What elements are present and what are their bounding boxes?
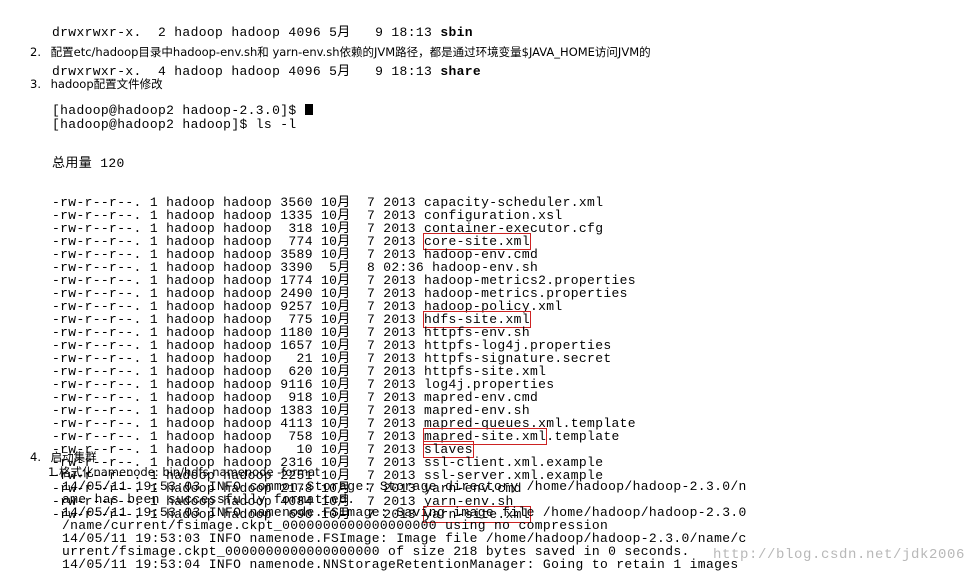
- step-2: 2. 配置etc/hadoop目录中hadoop-env.sh和 yarn-en…: [30, 45, 651, 59]
- step-number: 4.: [30, 450, 41, 464]
- file-name-suffix: .template: [546, 429, 620, 444]
- format-log-output: 14/05/11 19:53:03 INFO common.Storage: S…: [62, 480, 747, 571]
- dir-name-share: share: [440, 64, 482, 79]
- step-4-title: 启动集群: [50, 450, 97, 464]
- dir-name-sbin: sbin: [440, 25, 473, 40]
- dir-listing-meta: drwxrwxr-x. 2 hadoop hadoop 4096 5月 9 18…: [52, 25, 441, 40]
- log-line: 14/05/11 19:53:04 INFO namenode.NNStorag…: [62, 557, 739, 572]
- watermark: http://blog.csdn.net/jdk2006: [712, 547, 965, 563]
- step-number: 2.: [30, 45, 41, 59]
- terminal-line: drwxrwxr-x. 2 hadoop hadoop 4096 5月 9 18…: [52, 26, 481, 39]
- step-number: 3.: [30, 77, 41, 91]
- ls-total: 总用量 120: [52, 156, 125, 171]
- step-4: 4. 启动集群: [30, 450, 97, 464]
- step-2-text: 配置etc/hadoop目录中hadoop-env.sh和 yarn-env.s…: [50, 45, 651, 59]
- step-4-substep: 1.格式化namenode: bin/hdfs namenode -format: [48, 465, 320, 479]
- step-3: 3. hadoop配置文件修改: [30, 77, 163, 91]
- step-3-title: hadoop配置文件修改: [50, 77, 163, 91]
- ls-command-line: [hadoop@hadoop2 hadoop]$ ls -l: [52, 117, 297, 132]
